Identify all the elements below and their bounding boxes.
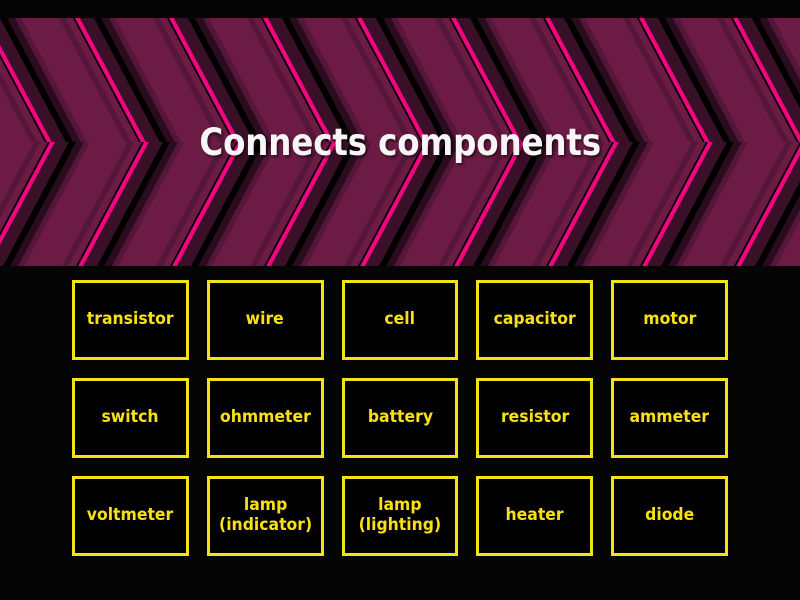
tile-row: transistor wire cell capacitor motor (72, 280, 728, 360)
answer-tile-label: resistor (500, 407, 569, 428)
answer-tile-label: lamp (indicator) (218, 495, 312, 535)
answer-tile[interactable]: ohmmeter (206, 378, 324, 458)
answer-tile[interactable]: cell (341, 280, 459, 360)
answer-tile-label: heater (505, 505, 564, 526)
answer-tile-label: battery (367, 407, 433, 428)
quiz-slide: Connects components transistor wire cell ca… (0, 0, 800, 600)
answer-tile[interactable]: transistor (72, 280, 189, 360)
answer-tile-label: motor (643, 309, 697, 330)
answer-tile[interactable]: heater (476, 476, 594, 556)
answer-tile[interactable]: lamp (indicator) (206, 476, 324, 556)
answer-tile-label: cell (384, 309, 416, 330)
answer-tile[interactable]: switch (72, 378, 189, 458)
answer-tile-label: switch (101, 407, 159, 428)
answer-tile-label: capacitor (493, 309, 576, 330)
answer-tile-label: ohmmeter (219, 407, 311, 428)
answer-tile-grid: transistor wire cell capacitor motor switch oh… (72, 280, 728, 556)
tile-row: switch ohmmeter battery resistor ammeter (72, 378, 728, 458)
answer-tile[interactable]: battery (341, 378, 459, 458)
answer-tile-label: diode (645, 505, 695, 526)
page-title-text: Connects components (199, 120, 601, 164)
answer-tile-label: wire (246, 309, 285, 330)
answer-tile[interactable]: resistor (476, 378, 594, 458)
answer-tile[interactable]: ammeter (611, 378, 728, 458)
page-title: Connects components (0, 18, 800, 266)
tile-row: voltmeter lamp (indicator) lamp (lighting)… (72, 476, 728, 556)
header-banner: Connects components (0, 18, 800, 266)
answer-tile[interactable]: lamp (lighting) (341, 476, 459, 556)
answer-tile-label: transistor (86, 309, 174, 330)
answer-tile-label: lamp (lighting) (358, 495, 442, 535)
answer-tile-label: ammeter (629, 407, 710, 428)
answer-tile[interactable]: wire (206, 280, 324, 360)
answer-tile[interactable]: capacitor (476, 280, 594, 360)
answer-tile[interactable]: voltmeter (72, 476, 189, 556)
answer-tile[interactable]: motor (611, 280, 728, 360)
answer-tile[interactable]: diode (611, 476, 728, 556)
answer-tile-label: voltmeter (87, 505, 174, 526)
